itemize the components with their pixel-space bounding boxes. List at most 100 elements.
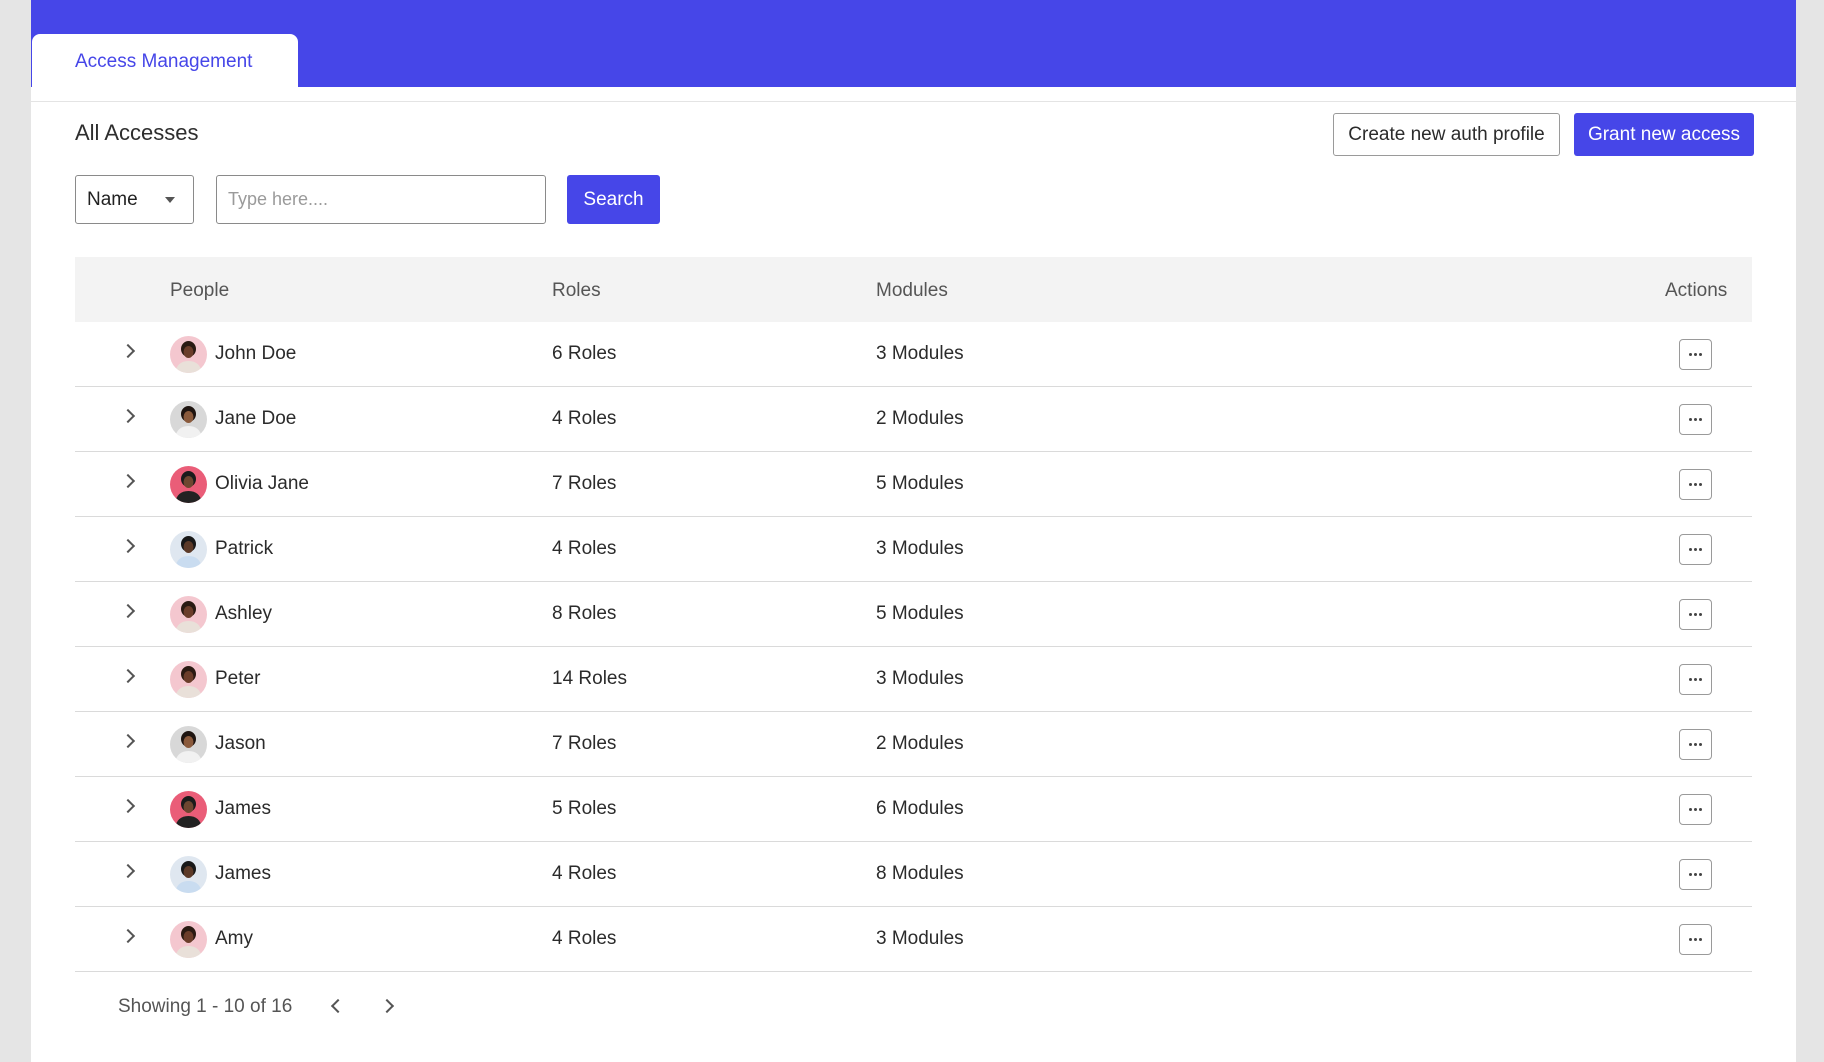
roles-count: 4 Roles [552,928,617,949]
avatar [170,726,207,763]
tab-access-management[interactable]: Access Management [32,34,298,89]
modules-count: 2 Modules [876,733,964,754]
grant-access-button[interactable]: Grant new access [1574,113,1754,156]
chevron-right-icon[interactable] [120,603,136,619]
modules-count: 3 Modules [876,928,964,949]
person-name: Patrick [215,538,274,559]
chevron-right-icon[interactable] [120,473,136,489]
row-actions-button[interactable] [1679,924,1712,955]
row-actions-button[interactable] [1679,664,1712,695]
table-row: James 5 Roles 6 Modules [75,777,1752,842]
modules-count: 8 Modules [876,863,964,884]
row-actions-button[interactable] [1679,469,1712,500]
row-actions-button[interactable] [1679,404,1712,435]
search-button[interactable]: Search [567,175,660,224]
roles-count: 6 Roles [552,343,617,364]
chevron-right-icon[interactable] [120,733,136,749]
roles-count: 7 Roles [552,473,617,494]
filter-field-value: Name [87,188,138,210]
chevron-right-icon[interactable] [120,863,136,879]
chevron-right-icon[interactable] [120,408,136,424]
more-icon [1689,938,1702,941]
divider [31,101,1796,102]
person-name: Ashley [215,603,273,624]
create-auth-profile-button[interactable]: Create new auth profile [1333,113,1560,156]
person-name: John Doe [215,343,297,364]
table-header: People Roles Modules Actions [75,257,1752,322]
avatar [170,921,207,958]
row-actions-button[interactable] [1679,599,1712,630]
avatar [170,531,207,568]
table-row: Peter 14 Roles 3 Modules [75,647,1752,712]
app-frame: Access Management All Accesses Create ne… [31,0,1796,1062]
person-name: Jane Doe [215,408,297,429]
access-table: People Roles Modules Actions John Doe 6 R… [75,257,1752,972]
more-icon [1689,418,1702,421]
chevron-right-icon[interactable] [120,538,136,554]
roles-count: 14 Roles [552,668,627,689]
row-actions-button[interactable] [1679,729,1712,760]
more-icon [1689,743,1702,746]
person-name: James [215,863,271,884]
chevron-right-icon[interactable] [120,798,136,814]
header-actions: Actions [1665,280,1728,301]
roles-count: 4 Roles [552,538,617,559]
chevron-right-icon[interactable] [120,668,136,684]
search-input[interactable] [216,175,546,224]
table-row: Olivia Jane 7 Roles 5 Modules [75,452,1752,517]
modules-count: 6 Modules [876,798,964,819]
row-actions-button[interactable] [1679,534,1712,565]
table-row: Jason 7 Roles 2 Modules [75,712,1752,777]
table-row: Jane Doe 4 Roles 2 Modules [75,387,1752,452]
modules-count: 3 Modules [876,343,964,364]
more-icon [1689,808,1702,811]
roles-count: 4 Roles [552,408,617,429]
avatar [170,596,207,633]
avatar [170,466,207,503]
header-roles: Roles [552,280,601,301]
row-actions-button[interactable] [1679,794,1712,825]
roles-count: 5 Roles [552,798,617,819]
more-icon [1689,353,1702,356]
row-actions-button[interactable] [1679,859,1712,890]
roles-count: 8 Roles [552,603,617,624]
table-row: Patrick 4 Roles 3 Modules [75,517,1752,582]
table-row: James 4 Roles 8 Modules [75,842,1752,907]
modules-count: 3 Modules [876,668,964,689]
person-name: Olivia Jane [215,473,309,494]
avatar [170,336,207,373]
more-icon [1689,483,1702,486]
person-name: James [215,798,271,819]
person-name: Jason [215,733,266,754]
table-row: Ashley 8 Roles 5 Modules [75,582,1752,647]
modules-count: 3 Modules [876,538,964,559]
table-body: John Doe 6 Roles 3 Modules Jane Doe 4 Roles 2… [75,322,1752,972]
caret-down-icon [165,197,175,203]
table-row: John Doe 6 Roles 3 Modules [75,322,1752,387]
modules-count: 2 Modules [876,408,964,429]
filter-field-select[interactable]: Name [75,175,194,224]
chevron-left-icon[interactable] [330,998,346,1014]
avatar [170,661,207,698]
more-icon [1689,873,1702,876]
modules-count: 5 Modules [876,473,964,494]
roles-count: 4 Roles [552,863,617,884]
modules-count: 5 Modules [876,603,964,624]
page-title: All Accesses [75,120,199,145]
person-name: Amy [215,928,253,949]
header-modules: Modules [876,280,948,301]
pagination-summary: Showing 1 - 10 of 16 [118,996,293,1017]
avatar [170,401,207,438]
more-icon [1689,548,1702,551]
table-row: Amy 4 Roles 3 Modules [75,907,1752,972]
person-name: Peter [215,668,261,689]
chevron-right-icon[interactable] [120,928,136,944]
more-icon [1689,678,1702,681]
header-people: People [170,280,230,301]
row-actions-button[interactable] [1679,339,1712,370]
more-icon [1689,613,1702,616]
chevron-right-icon[interactable] [379,998,395,1014]
roles-count: 7 Roles [552,733,617,754]
chevron-right-icon[interactable] [120,343,136,359]
avatar [170,856,207,893]
